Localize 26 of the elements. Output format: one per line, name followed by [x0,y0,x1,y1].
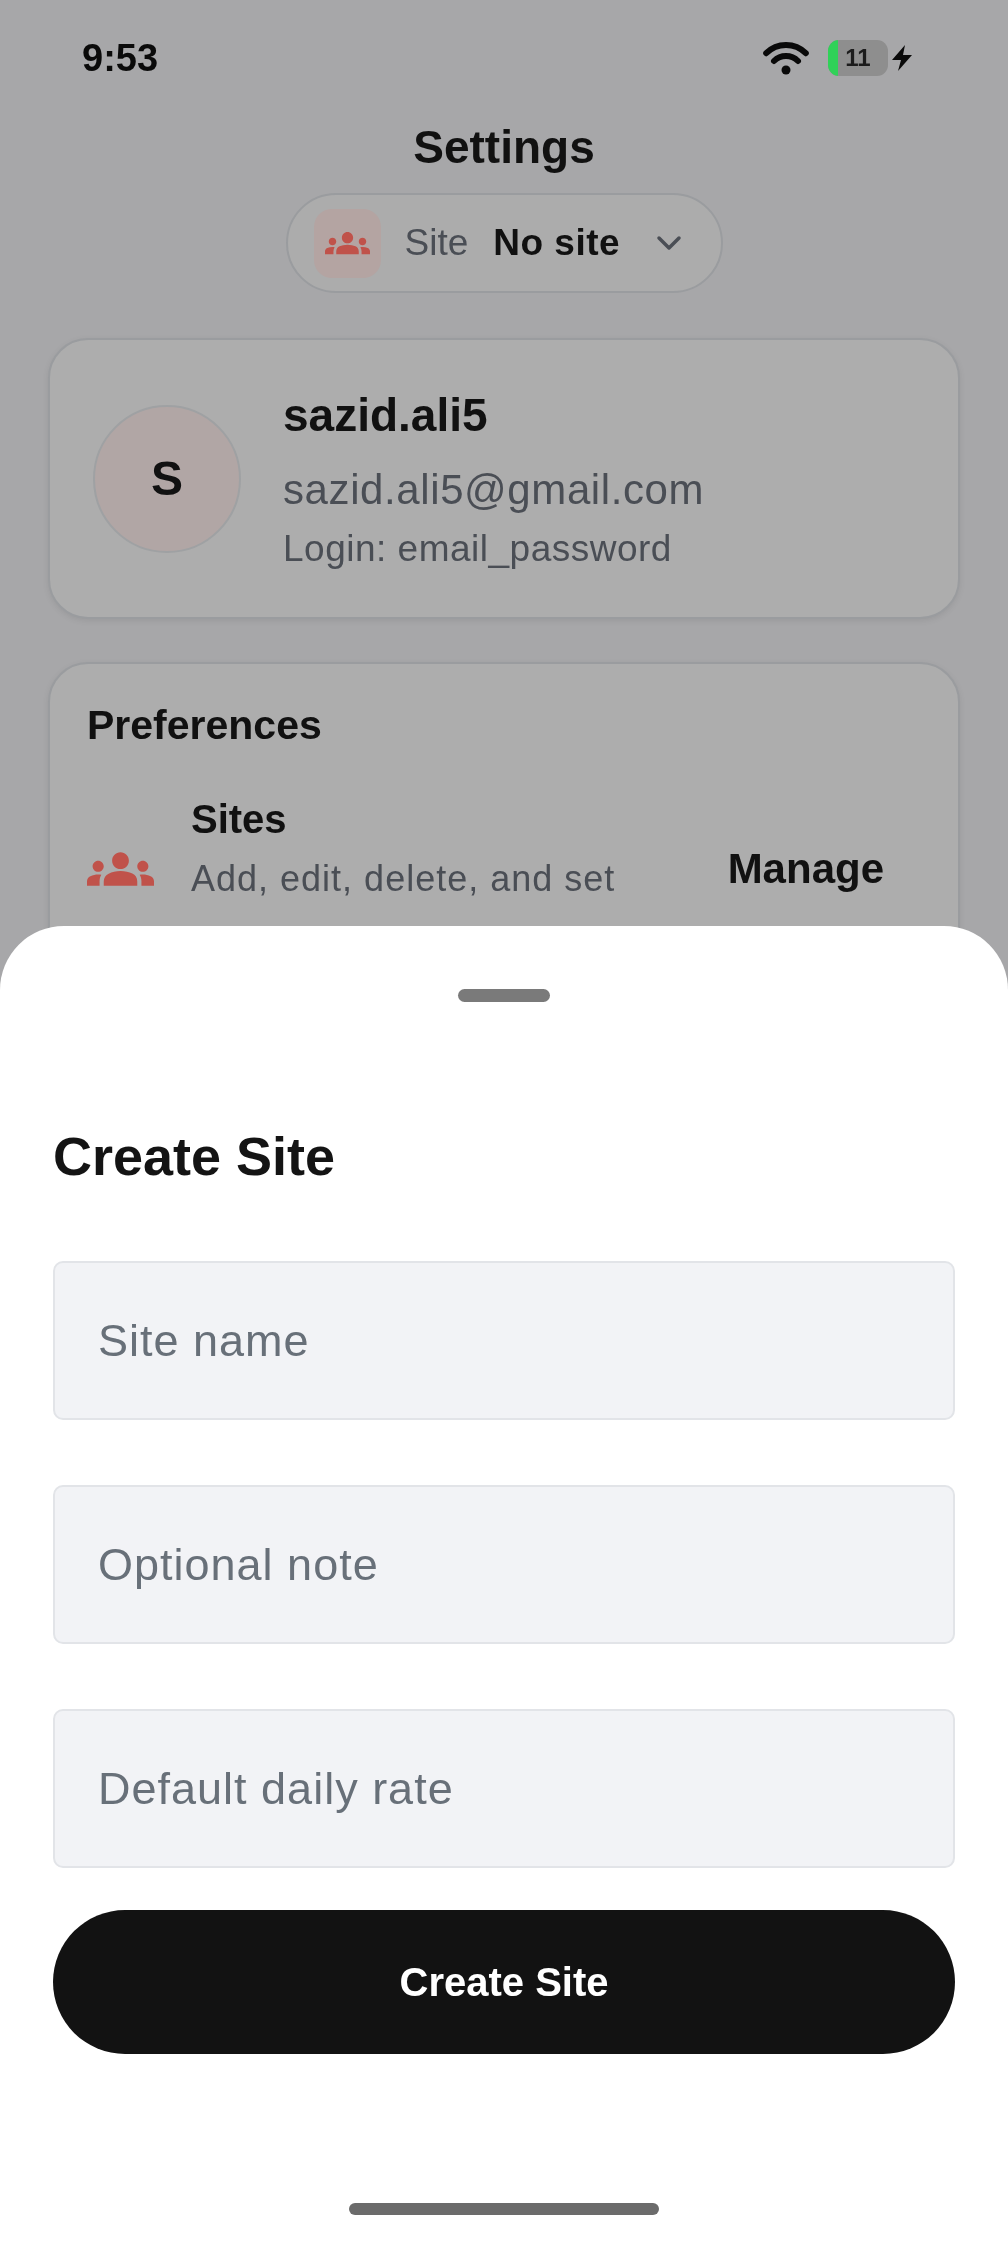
section-heading: Preferences [87,701,323,749]
create-site-button[interactable]: Create Site [53,1910,955,2054]
site-picker[interactable]: Site No site [285,193,723,293]
group-icon [87,852,154,886]
email-text: sazid.ali5@gmail.com [283,464,705,515]
status-time: 9:53 [82,38,159,77]
setting-description: Add, edit, delete, and set [191,857,617,900]
site-label: Site [404,221,469,265]
group-icon [313,208,381,278]
manage-button[interactable]: Manage [727,845,884,893]
daily-rate-field[interactable]: Default daily rate [53,1709,955,1868]
drag-handle[interactable] [458,989,550,1002]
page-title: Settings [412,120,596,175]
login-method-text: Login: email_password [283,526,673,571]
avatar: S [93,404,241,553]
battery-level-text: 11 [845,45,871,70]
battery-charge-fill [828,39,838,76]
site-value: No site [493,221,621,265]
note-field[interactable]: Optional note [53,1485,955,1644]
sheet-title: Create Site [53,1125,337,1188]
site-name-field[interactable]: Site name [53,1261,955,1420]
wifi-icon [762,40,810,75]
chevron-down-icon [655,235,682,251]
username: sazid.ali5 [283,387,489,443]
charging-bolt-icon [890,44,914,71]
setting-title: Sites [191,796,288,843]
